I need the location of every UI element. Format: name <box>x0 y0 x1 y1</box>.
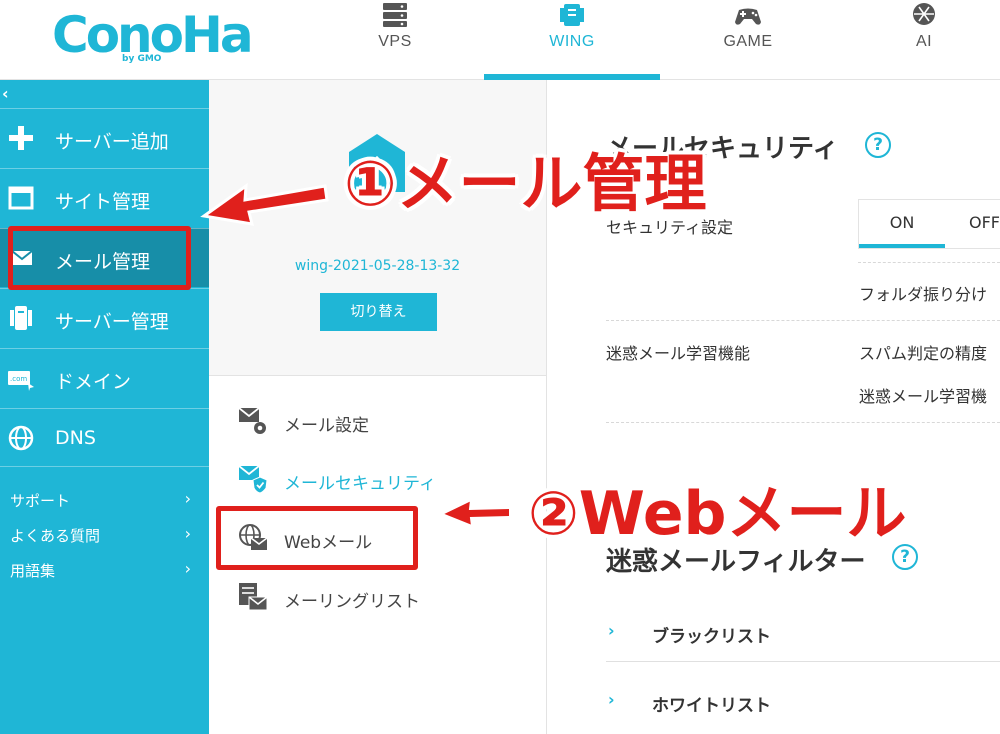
left-sidebar: ‹ サーバー追加 サイト管理 メール管理 サーバー管理 .com ドメイン DN… <box>0 80 209 734</box>
annotation-arrow-1 <box>200 182 329 226</box>
spam-learning-label: 迷惑メール学習機能 <box>606 344 751 363</box>
toggle-on-button[interactable]: ON <box>859 200 945 248</box>
tab-label-ai: AI <box>915 33 933 50</box>
blacklist-row[interactable]: › ブラックリスト <box>606 619 1000 649</box>
chevron-right-icon: › <box>184 524 191 543</box>
mailing-list-icon <box>239 583 268 611</box>
sidebar-link-support[interactable]: サポート › <box>10 489 195 511</box>
spam-learning-sub-label: 迷惑メール学習機 <box>859 387 988 406</box>
switch-server-button[interactable]: 切り替え <box>320 293 437 331</box>
divider <box>606 422 1000 423</box>
server-stack-icon <box>383 3 407 27</box>
top-header: ConoHa by GMO VPS WING GAME AI <box>0 0 1000 80</box>
mail-shield-icon <box>238 465 268 494</box>
collapse-sidebar-button[interactable]: ‹ <box>2 84 9 103</box>
spam-precision-label: スパム判定の精度 <box>859 344 988 363</box>
tab-ai[interactable]: AI <box>836 0 1000 80</box>
annotation-step-1-text: ①メール管理 <box>344 147 707 220</box>
tab-wing[interactable]: WING <box>484 0 660 80</box>
annotation-arrow-2 <box>439 498 511 528</box>
window-icon <box>8 186 34 210</box>
chevron-right-icon: › <box>184 559 191 578</box>
sidebar-item-label: サーバー追加 <box>55 131 169 153</box>
tab-label-vps: VPS <box>378 33 412 50</box>
sidebar-link-label: 用語集 <box>10 562 56 580</box>
chevron-right-icon: › <box>608 690 615 709</box>
server-icon <box>10 306 32 330</box>
folder-sort-label: フォルダ振り分け <box>859 285 988 304</box>
whitelist-row[interactable]: › ホワイトリスト <box>606 688 1000 718</box>
menu-item-mail-security[interactable]: メールセキュリティ <box>238 464 538 494</box>
sidebar-link-label: サポート <box>10 492 71 510</box>
tab-game[interactable]: GAME <box>660 0 836 80</box>
divider <box>858 262 1000 263</box>
domain-com-icon: .com <box>8 371 34 391</box>
sidebar-link-glossary[interactable]: 用語集 › <box>10 559 195 581</box>
divider <box>606 661 1000 662</box>
sidebar-item-site-management[interactable]: サイト管理 <box>0 168 209 227</box>
logo-subtext: by GMO <box>122 54 162 64</box>
sidebar-item-label: サーバー管理 <box>55 311 169 333</box>
help-icon[interactable]: ? <box>865 132 891 158</box>
tab-label-game: GAME <box>723 33 773 50</box>
mail-gear-icon <box>238 407 266 434</box>
sidebar-item-label: サイト管理 <box>55 191 151 213</box>
annotation-box-mail-management <box>8 226 191 290</box>
server-name: wing-2021-05-28-13-32 <box>294 258 461 274</box>
sidebar-item-label: DNS <box>55 427 96 449</box>
annotation-step-2-text: ②Webメール <box>528 479 907 549</box>
blacklist-label: ブラックリスト <box>652 627 771 647</box>
menu-item-label: メール設定 <box>284 416 369 436</box>
menu-item-mail-settings[interactable]: メール設定 <box>238 406 538 436</box>
menu-item-label: メールセキュリティ <box>284 474 436 494</box>
divider <box>606 320 1000 321</box>
sidebar-link-faq[interactable]: よくある質問 › <box>10 524 195 546</box>
globe-icon <box>8 425 34 451</box>
menu-item-label: メーリングリスト <box>284 592 420 612</box>
tab-label-wing: WING <box>549 33 595 50</box>
chevron-right-icon: › <box>184 489 191 508</box>
annotation-box-webmail <box>216 506 418 570</box>
tab-vps[interactable]: VPS <box>307 0 483 80</box>
chevron-right-icon: › <box>608 621 615 640</box>
toggle-off-button[interactable]: OFF <box>969 200 1000 248</box>
gamepad-icon <box>735 8 761 25</box>
plus-icon <box>9 126 33 150</box>
sidebar-item-add-server[interactable]: サーバー追加 <box>0 108 209 167</box>
sidebar-item-domain[interactable]: .com ドメイン <box>0 348 209 407</box>
menu-item-mailing-list[interactable]: メーリングリスト <box>238 582 538 612</box>
svg-text:.com: .com <box>10 375 27 383</box>
wing-server-icon <box>560 4 584 26</box>
sidebar-item-label: ドメイン <box>55 371 132 393</box>
sidebar-item-dns[interactable]: DNS <box>0 408 209 467</box>
security-toggle: ON OFF <box>858 199 1000 249</box>
conoha-logo[interactable]: ConoHa by GMO <box>52 6 254 72</box>
ai-chip-icon <box>913 3 935 25</box>
whitelist-label: ホワイトリスト <box>652 696 771 716</box>
sidebar-link-label: よくある質問 <box>10 527 101 545</box>
sidebar-item-server-management[interactable]: サーバー管理 <box>0 288 209 347</box>
